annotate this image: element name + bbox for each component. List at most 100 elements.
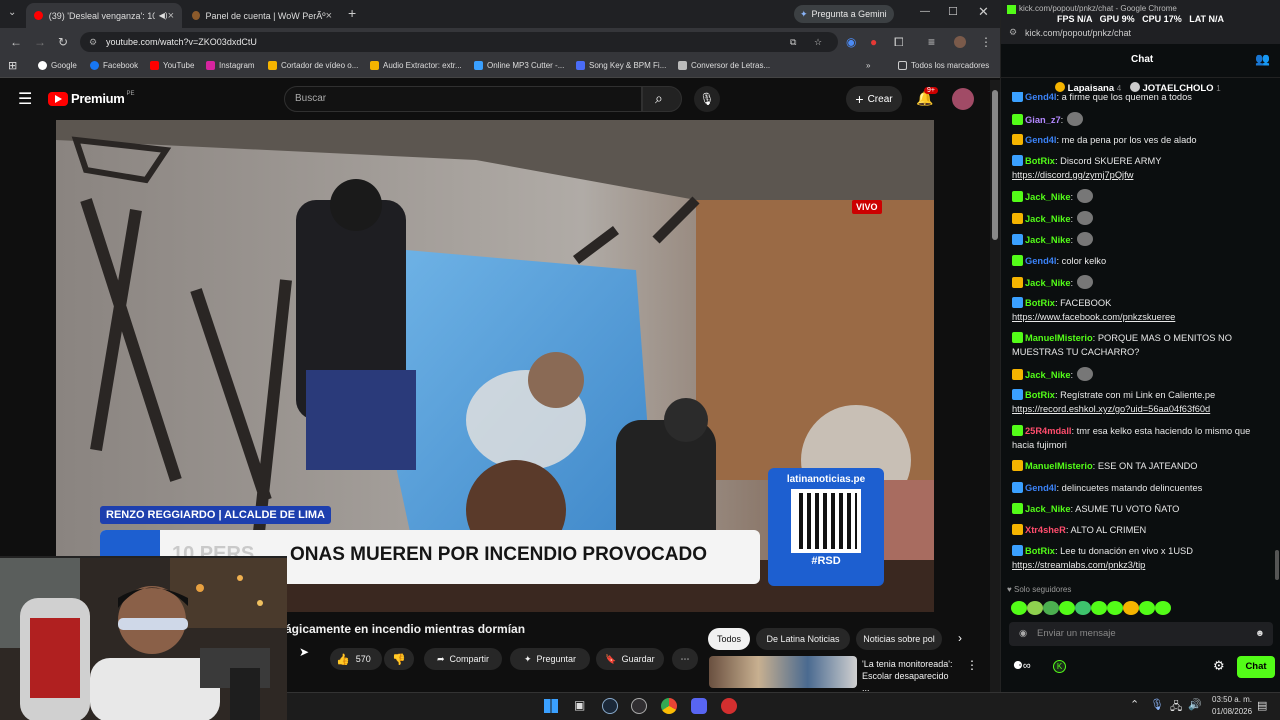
chat-username[interactable]: BotRix <box>1025 156 1055 166</box>
chat-username[interactable]: Jack_Nike <box>1025 278 1071 288</box>
chip-todos[interactable]: Todos <box>708 628 750 650</box>
chat-message-list[interactable]: Gend4l: a firme que los quemen a todos Gi… <box>1001 92 1280 586</box>
url-settings-icon[interactable]: ⚙ <box>1009 27 1017 38</box>
dislike-button[interactable]: 👎 <box>384 648 414 670</box>
chips-next-icon[interactable]: › <box>958 631 962 645</box>
close-tab-icon[interactable]: × <box>168 10 174 22</box>
bookmark-google[interactable]: Google <box>38 61 77 70</box>
video-player[interactable]: VIVO RENZO REGGIARDO | ALCALDE DE LIMA 1… <box>56 120 934 612</box>
chrome-icon[interactable] <box>661 698 677 714</box>
chat-username[interactable]: Gend4l <box>1025 483 1057 493</box>
network-icon[interactable]: 🖧 <box>1170 698 1182 717</box>
bookmark-song-key[interactable]: Song Key & BPM Fi... <box>576 61 666 70</box>
profile-avatar[interactable] <box>954 36 966 48</box>
maximize-icon[interactable]: ☐ <box>948 5 958 18</box>
tab-search-icon[interactable]: ⌄ <box>8 7 16 18</box>
youtube-search-input[interactable]: Buscar <box>284 86 642 112</box>
address-bar[interactable]: ⚙ youtube.com/watch?v=ZKO03dxdCtU ⧉ ☆ <box>80 32 838 52</box>
app-red-icon[interactable] <box>721 698 737 714</box>
chat-username[interactable]: BotRix <box>1025 298 1055 308</box>
volume-icon[interactable]: 🔊 <box>1188 698 1202 711</box>
chip-noticias-politica[interactable]: Noticias sobre pol <box>856 628 942 650</box>
youtube-logo[interactable]: Premium PE <box>48 91 135 106</box>
all-bookmarks-folder[interactable]: Todos los marcadores <box>898 61 989 70</box>
close-window-icon[interactable]: ✕ <box>978 4 989 20</box>
chip-latina-noticias[interactable]: De Latina Noticias <box>756 628 850 650</box>
task-view-icon[interactable]: ▣ <box>574 698 585 712</box>
chat-username[interactable]: 25R4mdall <box>1025 426 1072 436</box>
windows-start-icon[interactable] <box>544 699 558 713</box>
tab-wow[interactable]: Panel de cuenta | WoW PerÃº × <box>184 3 340 28</box>
users-icon[interactable]: 👥 <box>1255 52 1270 66</box>
settings-gear-icon[interactable]: ⚙ <box>1213 658 1225 674</box>
obs-icon[interactable] <box>631 698 647 714</box>
chrome-menu-icon[interactable]: ⋮ <box>980 35 992 49</box>
site-info-icon[interactable]: ⚙ <box>89 32 97 52</box>
chat-link[interactable]: https://streamlabs.com/pnkz3/tip <box>1012 560 1145 570</box>
chat-username[interactable]: Xtr4sheR <box>1025 525 1066 535</box>
popout-url[interactable]: kick.com/popout/pnkz/chat <box>1025 28 1131 38</box>
bookmark-audio-extractor[interactable]: Audio Extractor: extr... <box>370 61 462 70</box>
gemini-button[interactable]: ✦ Pregunta a Gemini <box>794 5 894 23</box>
recommended-title[interactable]: 'La tenia monitoreada': Escolar desapare… <box>862 658 958 694</box>
chat-scrollbar[interactable] <box>1275 92 1279 586</box>
chat-username[interactable]: Jack_Nike <box>1025 214 1071 224</box>
chat-link[interactable]: https://record.eshkol.xyz/go?uid=56aa04f… <box>1012 404 1210 414</box>
bookmark-youtube[interactable]: YouTube <box>150 61 194 70</box>
new-tab-icon[interactable]: + <box>348 5 356 21</box>
bookmark-mp3-cutter[interactable]: Online MP3 Cutter -... <box>474 61 564 70</box>
chat-username[interactable]: BotRix <box>1025 546 1055 556</box>
apps-grid-icon[interactable]: ⊞ <box>8 59 17 72</box>
chat-link[interactable]: https://discord.gg/zymj7pQjfw <box>1012 170 1133 180</box>
emote-bar[interactable] <box>1011 599 1191 615</box>
extensions-puzzle-icon[interactable]: ⧠ <box>894 35 904 50</box>
clock-time[interactable]: 03:50 a. m. <box>1212 695 1252 704</box>
notifications-tray-icon[interactable]: ▤ <box>1257 699 1267 712</box>
search-button[interactable]: ⌕ <box>642 86 682 112</box>
reload-icon[interactable]: ↻ <box>58 35 68 49</box>
recommended-thumbnail[interactable] <box>709 656 857 688</box>
clock-date[interactable]: 01/08/2026 <box>1212 707 1252 716</box>
notifications-button[interactable]: 🔔 9+ <box>916 87 938 107</box>
kick-tools-icon[interactable]: ⚈∞ <box>1013 659 1031 672</box>
minimize-icon[interactable]: — <box>920 6 930 17</box>
bookmark-facebook[interactable]: Facebook <box>90 61 138 70</box>
extension-red-icon[interactable]: ● <box>870 35 877 49</box>
kick-k-icon[interactable]: K <box>1053 660 1066 673</box>
chat-username[interactable]: Jack_Nike <box>1025 504 1071 514</box>
tab-youtube[interactable]: (39) 'Desleal venganza': 10 ◀) × <box>26 3 182 28</box>
microphone-tray-icon[interactable]: 🎙 <box>1150 698 1164 711</box>
chat-username[interactable]: ManuelMisterio <box>1025 461 1093 471</box>
chat-username[interactable]: BotRix <box>1025 390 1055 400</box>
bookmark-instagram[interactable]: Instagram <box>206 61 255 70</box>
chat-username[interactable]: Jack_Nike <box>1025 235 1071 245</box>
recommended-menu-icon[interactable]: ⋮ <box>966 658 978 672</box>
more-bookmarks-icon[interactable]: » <box>866 61 870 70</box>
hamburger-menu-icon[interactable]: ☰ <box>18 89 32 109</box>
send-chat-button[interactable]: Chat <box>1237 656 1275 678</box>
chat-username[interactable]: Gend4l <box>1025 92 1057 102</box>
more-actions-button[interactable]: ⋯ <box>672 648 698 670</box>
back-icon[interactable]: ← <box>10 35 22 49</box>
close-tab-icon[interactable]: × <box>326 10 332 22</box>
page-scrollbar[interactable] <box>990 80 1000 692</box>
ask-button[interactable]: ✦ Preguntar <box>510 648 590 670</box>
create-button[interactable]: + Crear <box>846 86 902 112</box>
speaker-icon[interactable]: ◀) <box>159 11 168 20</box>
bookmark-star-icon[interactable]: ☆ <box>814 32 822 52</box>
voice-search-button[interactable]: 🎙 <box>694 86 720 112</box>
install-icon[interactable]: ⧉ <box>790 32 796 52</box>
chat-input[interactable]: ◉ Enviar un mensaje ☻ <box>1009 622 1273 646</box>
chat-username[interactable]: Gian_z7 <box>1025 115 1061 125</box>
like-button[interactable]: 👍 570 <box>330 648 382 670</box>
bookmark-conversor[interactable]: Conversor de Letras... <box>678 61 770 70</box>
extension-audio-icon[interactable]: ◉ <box>846 35 856 49</box>
tray-chevron-icon[interactable]: ⌃ <box>1130 698 1139 711</box>
forward-icon[interactable]: → <box>34 35 46 49</box>
steam-icon[interactable] <box>602 698 618 714</box>
chat-username[interactable]: Gend4l <box>1025 135 1057 145</box>
chat-link[interactable]: https://www.facebook.com/pnkzskueree <box>1012 312 1175 322</box>
account-avatar[interactable] <box>952 88 974 110</box>
chat-username[interactable]: ManuelMisterio <box>1025 333 1093 343</box>
share-button[interactable]: ➦ Compartir <box>424 648 502 670</box>
